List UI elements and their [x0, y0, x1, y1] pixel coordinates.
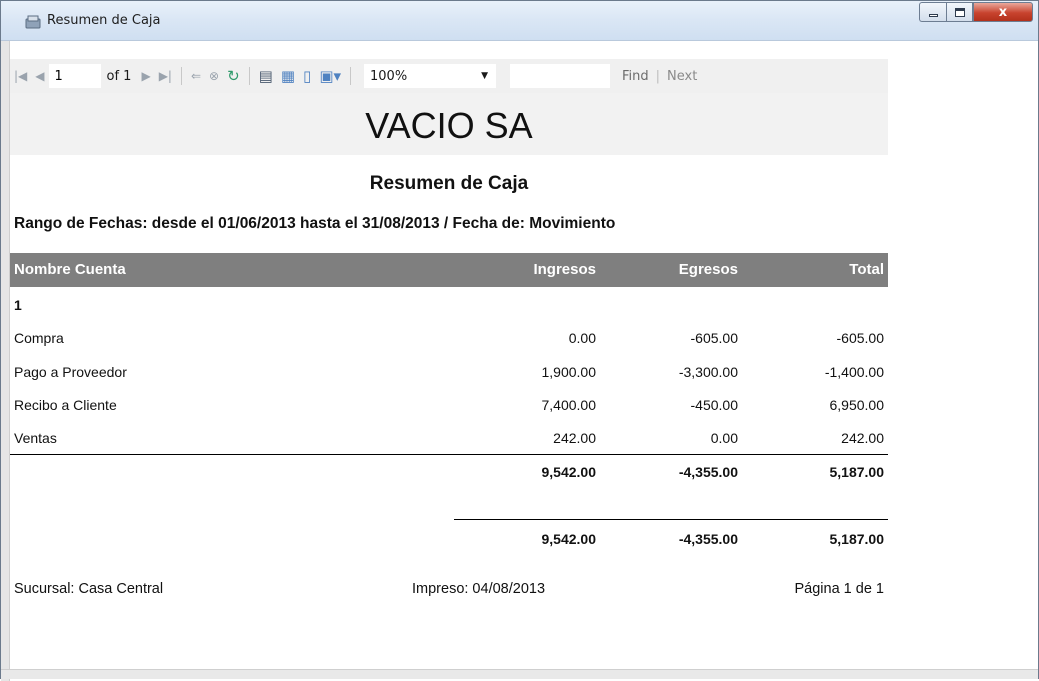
- print-icon[interactable]: ▤: [259, 67, 273, 85]
- group-total-income: 9,542.00: [541, 464, 597, 480]
- print-layout-icon[interactable]: ▦: [281, 67, 295, 85]
- left-border: [1, 41, 10, 681]
- app-icon: [25, 15, 41, 29]
- maximize-icon: [954, 7, 965, 17]
- row-account: Compra: [14, 330, 64, 346]
- maximize-button[interactable]: [946, 2, 973, 22]
- row-expense: -3,300.00: [678, 364, 738, 380]
- row-account: Recibo a Cliente: [14, 397, 117, 413]
- row-total: -605.00: [836, 330, 884, 346]
- toolbar-divider: [180, 67, 182, 85]
- row-total: 6,950.00: [829, 397, 885, 413]
- close-button[interactable]: x: [973, 2, 1033, 22]
- company-name: VACIO SA: [365, 105, 533, 146]
- column-header-total: Total: [849, 261, 884, 278]
- report-toolbar: |◀ ◀ of 1 ▶ ▶| ⇐ ⊗ ↻ ▤ ▦ ▯ ▣▾ 100% ▼ Fin…: [10, 59, 888, 93]
- export-icon[interactable]: ▣▾: [319, 67, 341, 85]
- toolbar-divider: [248, 67, 250, 85]
- find-separator: |: [655, 68, 661, 84]
- date-range-label: Rango de Fechas: desde el 01/06/2013 has…: [14, 215, 616, 232]
- zoom-value: 100%: [370, 68, 408, 84]
- page-number-input[interactable]: [48, 64, 101, 88]
- table-header: Nombre Cuenta Ingresos Egresos Total: [10, 253, 888, 287]
- minimize-icon: [928, 13, 938, 17]
- find-input[interactable]: [510, 64, 611, 88]
- back-icon[interactable]: ⇐: [191, 69, 201, 83]
- column-header-account: Nombre Cuenta: [14, 261, 126, 278]
- first-page-icon[interactable]: |◀: [14, 69, 27, 83]
- printed-date-label: Impreso: 04/08/2013: [412, 581, 546, 597]
- report-title: Resumen de Caja: [369, 173, 529, 194]
- group-total-rule: [10, 454, 888, 455]
- row-expense: -450.00: [690, 397, 738, 413]
- stop-icon[interactable]: ⊗: [209, 69, 219, 83]
- find-button[interactable]: Find: [622, 69, 649, 84]
- window-title: Resumen de Caja: [47, 13, 161, 28]
- viewer-blank-area: [888, 59, 1038, 669]
- row-total: -1,400.00: [824, 364, 884, 380]
- column-header-expense: Egresos: [678, 261, 738, 278]
- group-total-expense: -4,355.00: [678, 464, 738, 480]
- row-income: 1,900.00: [541, 364, 597, 380]
- last-page-icon[interactable]: ▶|: [159, 69, 172, 83]
- minimize-button[interactable]: [919, 2, 946, 22]
- group-total-total: 5,187.00: [829, 464, 885, 480]
- row-income: 0.00: [568, 330, 596, 346]
- chevron-down-icon: ▼: [481, 71, 489, 81]
- branch-label: Sucursal: Casa Central: [14, 581, 164, 597]
- group-label: 1: [14, 297, 22, 313]
- previous-page-icon[interactable]: ◀: [35, 69, 44, 83]
- title-bar[interactable]: Resumen de Caja x: [1, 1, 1038, 41]
- row-total: 242.00: [841, 430, 884, 446]
- window-bottom-edge: [1, 669, 1038, 679]
- grand-total-expense: -4,355.00: [678, 531, 738, 547]
- grand-total-income: 9,542.00: [541, 531, 597, 547]
- row-expense: 0.00: [710, 430, 738, 446]
- close-icon: x: [998, 4, 1008, 20]
- toolbar-divider: [350, 67, 352, 85]
- page-count-label: of 1: [106, 68, 132, 84]
- report-page: VACIO SA Resumen de Caja Rango de Fechas…: [10, 93, 888, 669]
- report-viewer-window: Resumen de Caja x |◀ ◀ of 1 ▶ ▶| ⇐ ⊗ ↻ ▤…: [0, 0, 1039, 681]
- row-account: Pago a Proveedor: [14, 364, 127, 380]
- row-income: 242.00: [553, 430, 596, 446]
- next-page-icon[interactable]: ▶: [141, 69, 150, 83]
- company-header-band: VACIO SA: [10, 93, 888, 155]
- find-next-button[interactable]: Next: [667, 69, 697, 84]
- grand-total-total: 5,187.00: [829, 531, 885, 547]
- row-income: 7,400.00: [541, 397, 597, 413]
- row-expense: -605.00: [690, 330, 738, 346]
- refresh-icon[interactable]: ↻: [227, 67, 240, 85]
- zoom-select[interactable]: 100% ▼: [364, 64, 497, 88]
- page-setup-icon[interactable]: ▯: [303, 67, 311, 85]
- page-number-label: Página 1 de 1: [794, 581, 885, 597]
- grand-total-rule: [454, 519, 888, 520]
- row-account: Ventas: [14, 430, 57, 446]
- column-header-income: Ingresos: [533, 261, 596, 278]
